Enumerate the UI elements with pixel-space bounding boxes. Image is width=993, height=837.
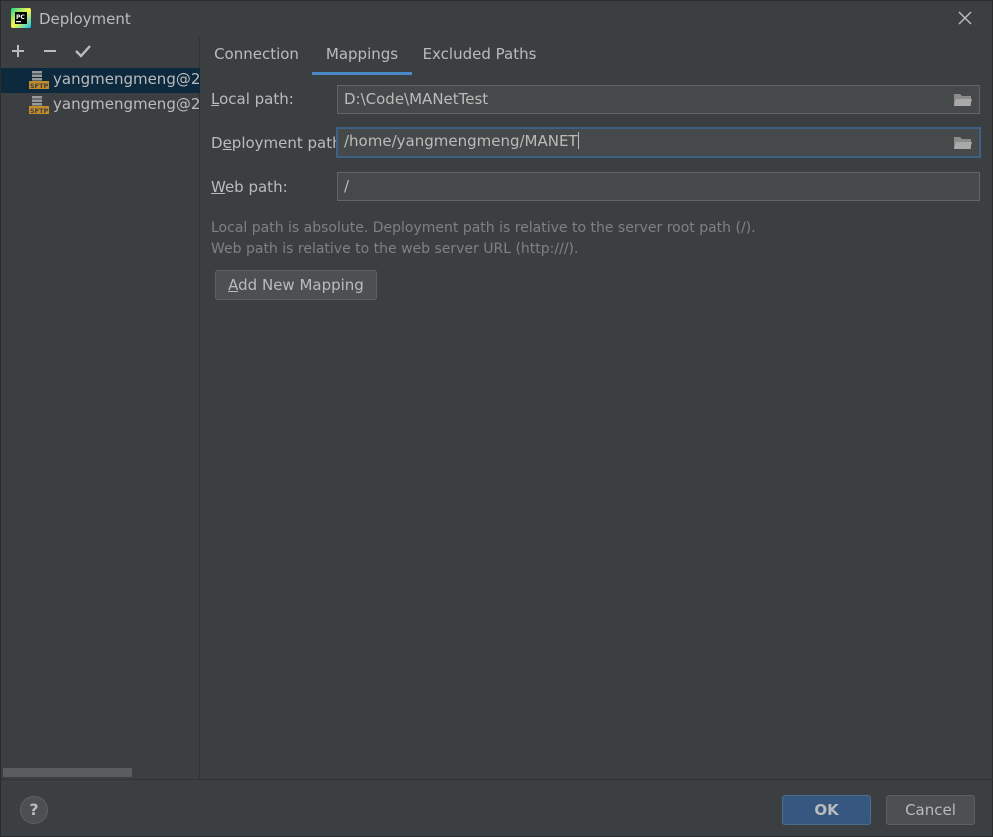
tab-mappings[interactable]: Mappings [312, 37, 412, 75]
check-icon[interactable] [73, 41, 93, 61]
add-new-mapping-button[interactable]: Add New Mapping [215, 270, 377, 300]
sftp-icon: SFTP [29, 96, 49, 115]
deployment-path-label: Deployment path: [211, 134, 347, 152]
server-item-selected[interactable]: SFTP yangmengmeng@210 [1, 68, 200, 93]
server-list: SFTP yangmengmeng@210 SFTP yangmengmeng@… [1, 68, 200, 118]
cancel-button[interactable]: Cancel [886, 795, 975, 825]
server-toolbar [1, 37, 200, 65]
sftp-icon: SFTP [29, 71, 49, 90]
svg-text:SFTP: SFTP [30, 82, 49, 90]
text-caret [577, 132, 579, 149]
server-list-panel: SFTP yangmengmeng@210 SFTP yangmengmeng@… [1, 37, 200, 779]
close-icon[interactable] [954, 7, 976, 29]
window-title: Deployment [39, 10, 131, 28]
deployment-path-field[interactable]: /home/yangmengmeng/MANET [336, 127, 981, 158]
server-label: yangmengmeng@210 [53, 95, 200, 113]
local-path-label: Local path: [211, 90, 294, 108]
tab-excluded-paths[interactable]: Excluded Paths [412, 37, 547, 75]
local-path-field[interactable]: D:\Code\MANetTest [337, 85, 980, 114]
svg-text:SFTP: SFTP [30, 107, 49, 115]
svg-text:PC: PC [16, 14, 25, 21]
title-bar: PC Deployment [1, 1, 993, 37]
ok-button[interactable]: OK [782, 795, 871, 825]
tab-connection[interactable]: Connection [201, 37, 312, 75]
server-label: yangmengmeng@210 [53, 70, 200, 88]
help-button[interactable]: ? [20, 796, 48, 824]
local-path-value: D:\Code\MANetTest [344, 90, 489, 108]
web-path-field[interactable]: / [337, 172, 980, 201]
deployment-path-value: /home/yangmengmeng/MANET [344, 132, 578, 150]
hint-local-path: Local path is absolute. Deployment path … [211, 220, 756, 236]
folder-icon[interactable] [953, 134, 973, 151]
server-item[interactable]: SFTP yangmengmeng@210 [1, 93, 200, 118]
plus-icon[interactable] [8, 41, 28, 61]
web-path-label: Web path: [211, 178, 288, 196]
folder-icon[interactable] [953, 91, 973, 108]
web-path-value: / [344, 177, 350, 195]
minus-icon[interactable] [40, 41, 60, 61]
dialog-footer: ? OK Cancel [1, 779, 993, 837]
deployment-dialog: PC Deployment SFTP yangmengmeng@2 SFTP y… [0, 0, 993, 837]
hint-web-path: Web path is relative to the web server U… [211, 241, 579, 257]
pycharm-icon: PC [11, 8, 31, 28]
horizontal-scrollbar[interactable] [3, 768, 132, 777]
tab-bar: Connection Mappings Excluded Paths [201, 37, 993, 75]
